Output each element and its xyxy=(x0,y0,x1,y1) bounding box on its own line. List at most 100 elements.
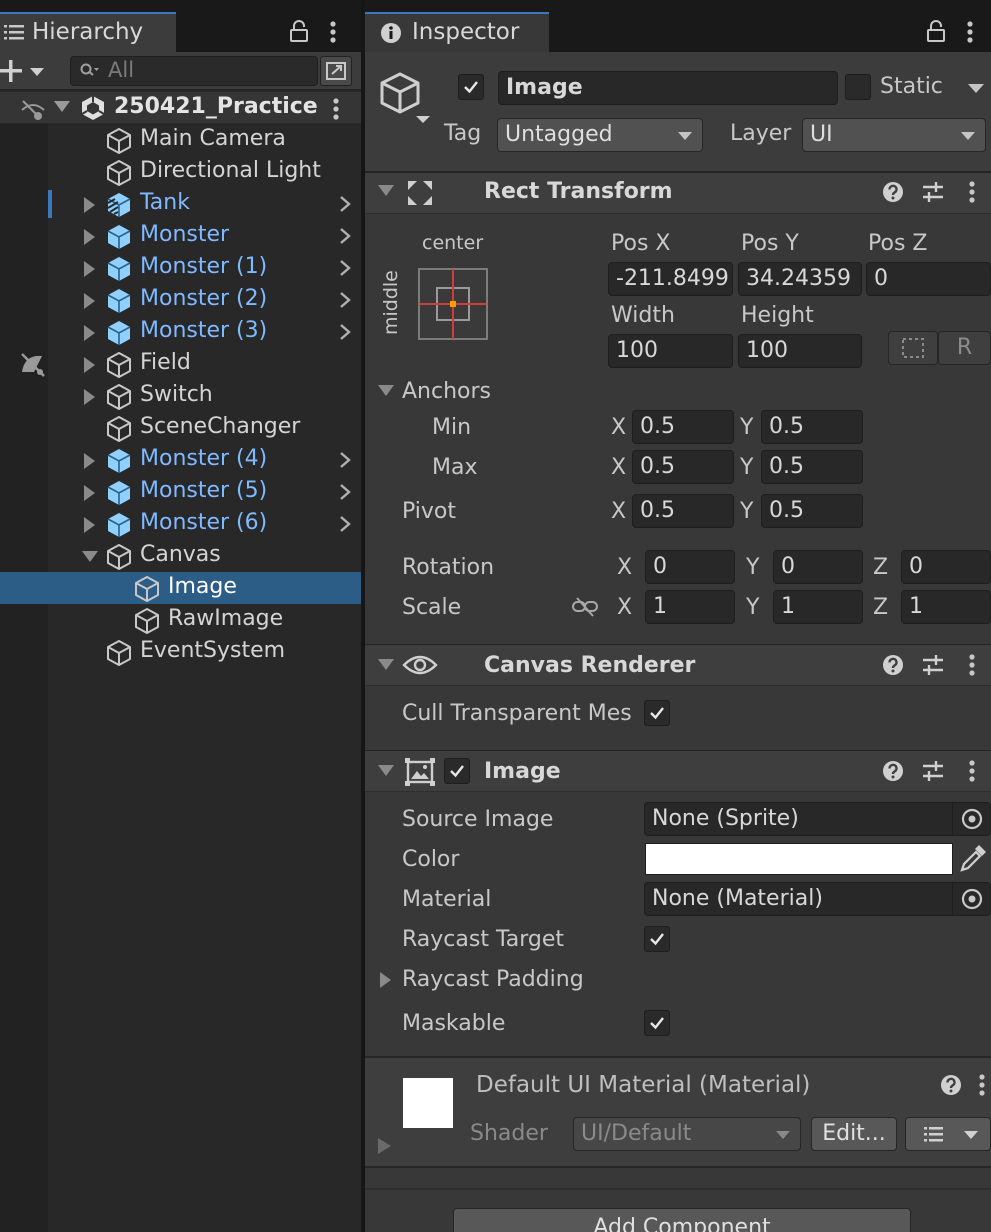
chevron-right-icon[interactable] xyxy=(338,450,352,470)
preset-icon[interactable] xyxy=(922,760,944,782)
scene-fold-arrow[interactable] xyxy=(54,101,70,112)
object-picker-icon[interactable] xyxy=(952,803,990,835)
shader-dropdown[interactable]: UI/Default xyxy=(573,1117,801,1151)
component-menu-icon[interactable] xyxy=(968,180,976,204)
hierarchy-item[interactable]: Image xyxy=(0,572,361,604)
scale-z-field[interactable]: 1 xyxy=(901,590,991,624)
active-checkbox[interactable] xyxy=(458,74,484,100)
chevron-right-icon[interactable] xyxy=(338,482,352,502)
search-options-button[interactable] xyxy=(320,56,352,86)
edit-shader-button[interactable]: Edit... xyxy=(811,1117,897,1151)
pos-x-field[interactable]: -211.8499 xyxy=(608,262,733,296)
fold-arrow[interactable] xyxy=(84,261,95,277)
pos-y-field[interactable]: 34.24359 xyxy=(738,262,862,296)
object-picker-icon[interactable] xyxy=(952,883,990,915)
inspector-lock-icon[interactable] xyxy=(927,20,945,42)
component-menu-icon[interactable] xyxy=(968,759,976,783)
fold-arrow[interactable] xyxy=(82,551,98,562)
hierarchy-item[interactable]: SceneChanger xyxy=(0,412,361,444)
kebab-menu-icon[interactable] xyxy=(329,20,337,44)
color-field[interactable] xyxy=(645,843,953,875)
fold-arrow[interactable] xyxy=(84,293,95,309)
hierarchy-item[interactable]: Switch xyxy=(0,380,361,412)
add-icon[interactable] xyxy=(0,60,46,82)
help-icon[interactable] xyxy=(940,1074,962,1096)
pivot-y-field[interactable]: 0.5 xyxy=(761,494,863,528)
chevron-right-icon[interactable] xyxy=(338,258,352,278)
material-menu-icon[interactable] xyxy=(978,1073,986,1097)
help-icon[interactable] xyxy=(882,760,904,782)
height-field[interactable]: 100 xyxy=(738,334,862,368)
anchors-fold-arrow[interactable] xyxy=(378,385,394,396)
fold-arrow[interactable] xyxy=(84,453,95,469)
fold-arrow[interactable] xyxy=(84,517,95,533)
raw-edit-button[interactable]: R xyxy=(938,331,991,365)
raycast-padding-label[interactable]: Raycast Padding xyxy=(402,967,584,992)
add-component-button[interactable]: Add Component xyxy=(453,1208,911,1232)
lock-icon[interactable] xyxy=(290,20,308,42)
min-x-field[interactable]: 0.5 xyxy=(632,410,734,444)
max-y-field[interactable]: 0.5 xyxy=(761,450,863,484)
hierarchy-item[interactable]: Canvas xyxy=(0,540,361,572)
rect-transform-fold-arrow[interactable] xyxy=(378,185,394,196)
rotation-y-field[interactable]: 0 xyxy=(773,550,863,584)
width-field[interactable]: 100 xyxy=(608,334,733,368)
material-preview[interactable] xyxy=(403,1078,453,1128)
hierarchy-item[interactable]: Tank xyxy=(0,188,361,220)
hierarchy-item[interactable]: Monster (4) xyxy=(0,444,361,476)
chevron-right-icon[interactable] xyxy=(338,226,352,246)
hierarchy-item[interactable]: Monster (6) xyxy=(0,508,361,540)
inspector-menu-icon[interactable] xyxy=(966,20,974,44)
material-field[interactable]: None (Material) xyxy=(644,882,991,916)
hierarchy-item[interactable]: EventSystem xyxy=(0,636,361,668)
raycast-padding-fold-arrow[interactable] xyxy=(380,972,391,988)
chevron-right-icon[interactable] xyxy=(338,322,352,342)
component-menu-icon[interactable] xyxy=(968,653,976,677)
shader-options-button[interactable] xyxy=(905,1117,991,1151)
hierarchy-item[interactable]: RawImage xyxy=(0,604,361,636)
static-checkbox[interactable] xyxy=(845,74,871,100)
max-x-field[interactable]: 0.5 xyxy=(632,450,734,484)
help-icon[interactable] xyxy=(882,654,904,676)
hierarchy-item[interactable]: Monster (3) xyxy=(0,316,361,348)
scene-menu-icon[interactable] xyxy=(332,97,340,121)
material-fold-arrow[interactable] xyxy=(378,1138,391,1154)
anchor-preset-button[interactable] xyxy=(418,268,488,340)
source-image-field[interactable]: None (Sprite) xyxy=(644,802,991,836)
help-icon[interactable] xyxy=(882,181,904,203)
fold-arrow[interactable] xyxy=(84,325,95,341)
scale-x-field[interactable]: 1 xyxy=(645,590,735,624)
maskable-checkbox[interactable] xyxy=(644,1010,670,1036)
hierarchy-item[interactable]: Monster (2) xyxy=(0,284,361,316)
scale-y-field[interactable]: 1 xyxy=(773,590,863,624)
rotation-x-field[interactable]: 0 xyxy=(645,550,735,584)
pos-z-field[interactable]: 0 xyxy=(866,262,991,296)
chevron-right-icon[interactable] xyxy=(338,290,352,310)
chevron-right-icon[interactable] xyxy=(338,194,352,214)
preset-icon[interactable] xyxy=(922,654,944,676)
object-name-field[interactable]: Image xyxy=(498,71,838,105)
cull-transparent-checkbox[interactable] xyxy=(644,700,670,726)
link-icon[interactable] xyxy=(572,597,598,617)
scene-visibility-icon[interactable] xyxy=(20,98,46,122)
raycast-target-checkbox[interactable] xyxy=(644,926,670,952)
tag-dropdown[interactable]: Untagged xyxy=(497,118,703,152)
hierarchy-item[interactable]: Monster (5) xyxy=(0,476,361,508)
fold-arrow[interactable] xyxy=(84,357,95,373)
layer-dropdown[interactable]: UI xyxy=(802,118,986,152)
canvas-renderer-fold-arrow[interactable] xyxy=(378,659,394,670)
hierarchy-item[interactable]: Main Camera xyxy=(0,124,361,156)
eyedropper-icon[interactable] xyxy=(958,845,988,873)
image-fold-arrow[interactable] xyxy=(378,765,394,776)
pivot-x-field[interactable]: 0.5 xyxy=(632,494,734,528)
rotation-z-field[interactable]: 0 xyxy=(901,550,991,584)
hierarchy-item[interactable]: Field xyxy=(0,348,361,380)
chevron-right-icon[interactable] xyxy=(338,514,352,534)
static-dropdown-caret[interactable] xyxy=(968,84,984,93)
preset-icon[interactable] xyxy=(922,181,944,203)
image-enabled-checkbox[interactable] xyxy=(444,758,470,784)
fold-arrow[interactable] xyxy=(84,197,95,213)
fold-arrow[interactable] xyxy=(84,485,95,501)
min-y-field[interactable]: 0.5 xyxy=(761,410,863,444)
hierarchy-item[interactable]: Directional Light xyxy=(0,156,361,188)
